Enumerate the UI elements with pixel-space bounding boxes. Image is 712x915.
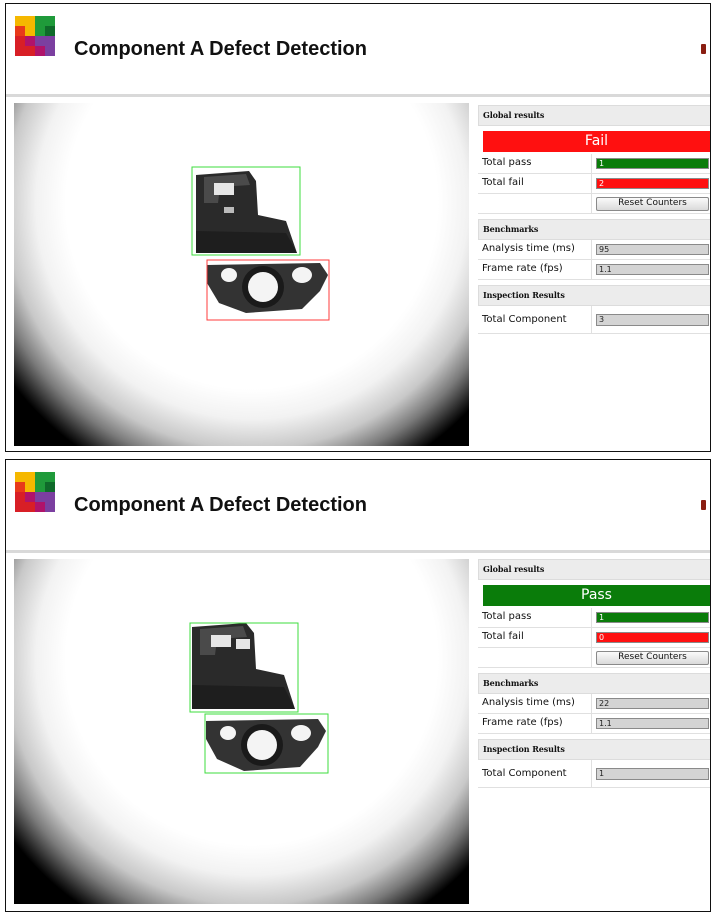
results-panel: Global results Fail Total pass 1 Total f… bbox=[478, 105, 710, 334]
total-fail-label: Total fail bbox=[482, 631, 524, 642]
inspection-results-header: Inspection Results bbox=[478, 285, 710, 306]
benchmarks-header: Benchmarks bbox=[478, 219, 710, 240]
status-banner: Fail bbox=[483, 131, 710, 152]
total-pass-row: Total pass 1 bbox=[478, 608, 710, 628]
app-title: Component A Defect Detection bbox=[74, 38, 367, 60]
camera-view bbox=[14, 559, 469, 904]
total-pass-value: 1 bbox=[596, 158, 709, 169]
total-pass-label: Total pass bbox=[482, 611, 532, 622]
window-corner-icon bbox=[701, 44, 706, 54]
app-title: Component A Defect Detection bbox=[74, 494, 367, 516]
total-fail-label: Total fail bbox=[482, 177, 524, 188]
frame-rate-label: Frame rate (fps) bbox=[482, 717, 563, 728]
frame-rate-value: 1.1 bbox=[596, 718, 709, 729]
frame-rate-value: 1.1 bbox=[596, 264, 709, 275]
total-fail-row: Total fail 2 bbox=[478, 174, 710, 194]
frame-rate-row: Frame rate (fps) 1.1 bbox=[478, 260, 710, 280]
total-component-label: Total Component bbox=[482, 314, 567, 325]
inspection-screen-1: Component A Defect Detection Global resu… bbox=[5, 3, 711, 452]
total-fail-value: 2 bbox=[596, 178, 709, 189]
total-pass-row: Total pass 1 bbox=[478, 154, 710, 174]
total-component-value: 1 bbox=[596, 768, 709, 780]
global-results-header: Global results bbox=[478, 559, 710, 580]
total-pass-value: 1 bbox=[596, 612, 709, 623]
inspection-screen-2: Component A Defect Detection Global resu… bbox=[5, 459, 711, 912]
reset-counters-button[interactable]: Reset Counters bbox=[596, 651, 709, 665]
global-results-header: Global results bbox=[478, 105, 710, 126]
status-banner: Pass bbox=[483, 585, 710, 606]
frame-rate-row: Frame rate (fps) 1.1 bbox=[478, 714, 710, 734]
benchmarks-header: Benchmarks bbox=[478, 673, 710, 694]
app-logo bbox=[15, 16, 55, 56]
frame-rate-label: Frame rate (fps) bbox=[482, 263, 563, 274]
analysis-time-value: 22 bbox=[596, 698, 709, 709]
total-fail-value: 0 bbox=[596, 632, 709, 643]
analysis-time-value: 95 bbox=[596, 244, 709, 255]
app-logo bbox=[15, 472, 55, 512]
total-pass-label: Total pass bbox=[482, 157, 532, 168]
app-header: Component A Defect Detection bbox=[6, 460, 710, 553]
reset-row: Reset Counters bbox=[478, 194, 710, 214]
total-component-row: Total Component 1 bbox=[478, 760, 710, 788]
inspection-results-header: Inspection Results bbox=[478, 739, 710, 760]
app-header: Component A Defect Detection bbox=[6, 4, 710, 97]
analysis-time-label: Analysis time (ms) bbox=[482, 243, 575, 254]
total-component-value: 3 bbox=[596, 314, 709, 326]
total-fail-row: Total fail 0 bbox=[478, 628, 710, 648]
results-panel: Global results Pass Total pass 1 Total f… bbox=[478, 559, 710, 788]
total-component-label: Total Component bbox=[482, 768, 567, 779]
reset-counters-button[interactable]: Reset Counters bbox=[596, 197, 709, 211]
window-corner-icon bbox=[701, 500, 706, 510]
analysis-time-label: Analysis time (ms) bbox=[482, 697, 575, 708]
analysis-time-row: Analysis time (ms) 22 bbox=[478, 694, 710, 714]
reset-row: Reset Counters bbox=[478, 648, 710, 668]
analysis-time-row: Analysis time (ms) 95 bbox=[478, 240, 710, 260]
camera-view bbox=[14, 103, 469, 446]
total-component-row: Total Component 3 bbox=[478, 306, 710, 334]
